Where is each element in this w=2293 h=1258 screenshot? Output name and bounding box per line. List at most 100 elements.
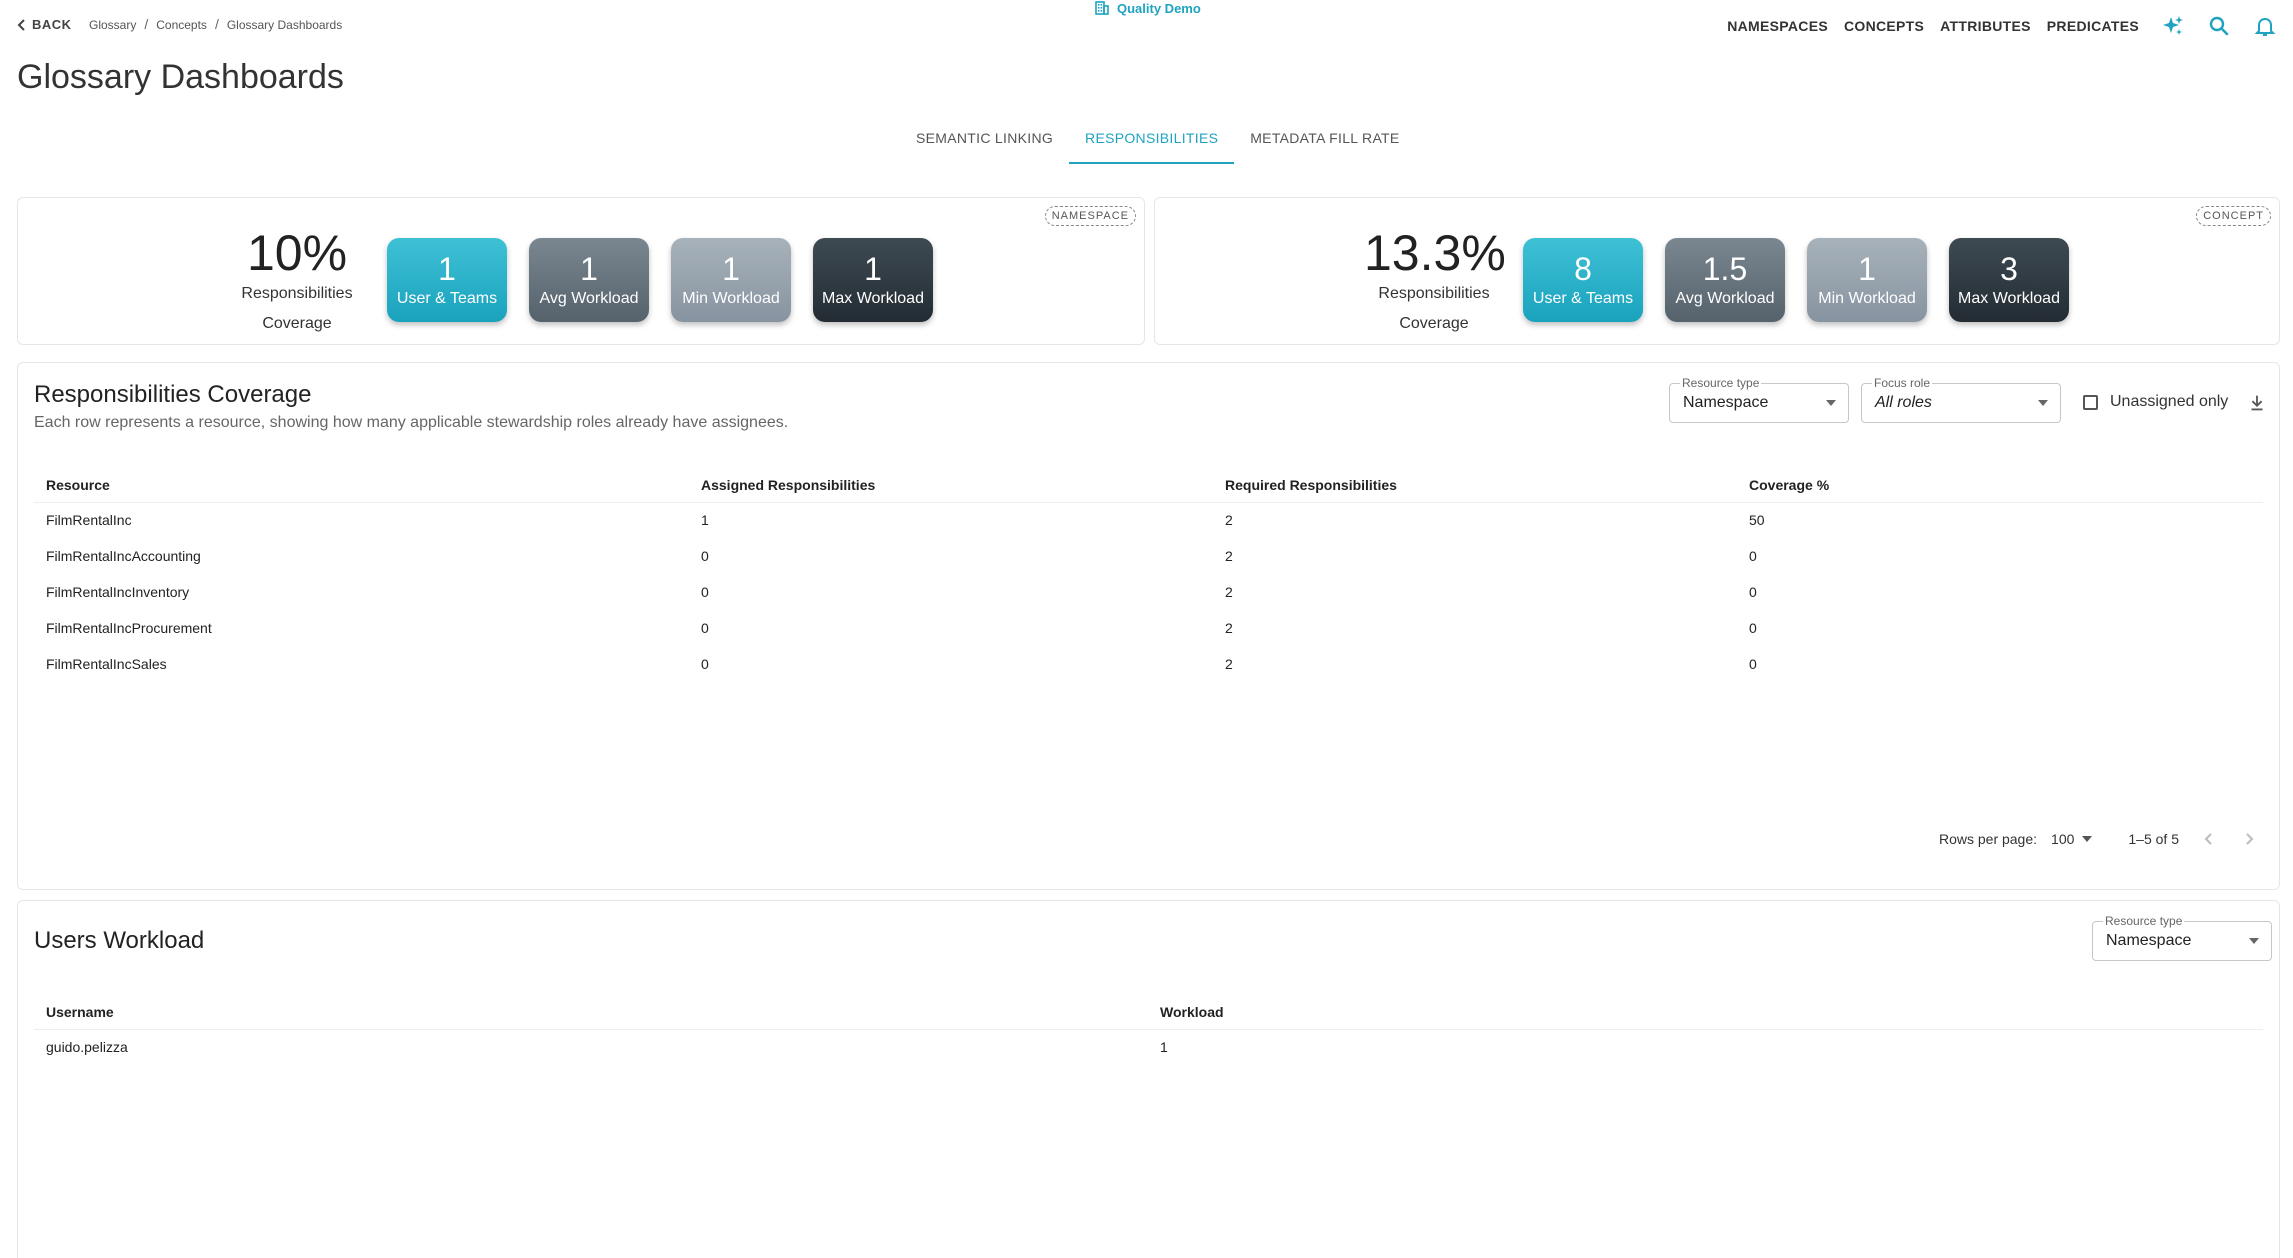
stat-value: 3 (2000, 251, 2018, 287)
cell-resource: FilmRentalIncProcurement (46, 620, 212, 636)
cell-resource: FilmRentalInc (46, 512, 132, 529)
table-row[interactable]: guido.pelizza 1 (34, 1029, 2263, 1065)
stat-label: Min Workload (1818, 290, 1916, 307)
nav-namespaces[interactable]: NAMESPACES (1727, 18, 1828, 34)
stat-label: Max Workload (822, 290, 924, 307)
concept-summary-card: CONCEPT 13.3% Responsibilities Coverage … (1154, 197, 2280, 345)
workload-table: Username Workload guido.pelizza 1 (34, 995, 2263, 1065)
app-root: BACK Glossary / Concepts / Glossary Dash… (0, 0, 2293, 1258)
breadcrumb-glossary[interactable]: Glossary (89, 18, 136, 32)
breadcrumb-concepts[interactable]: Concepts (156, 18, 207, 32)
stat-tile-max-workload: 1 Max Workload (813, 238, 933, 322)
workload-resource-type-select[interactable]: Resource type Namespace (2092, 913, 2272, 961)
table-row[interactable]: FilmRentalInc 1 2 50 (34, 502, 2263, 538)
coverage-label: Responsibilities (241, 285, 353, 302)
resource-type-label: Resource type (1680, 375, 1762, 391)
rows-per-page-select[interactable]: 100 (2051, 831, 2093, 847)
column-header-coverage[interactable]: Coverage % (1737, 468, 2263, 503)
tab-semantic-linking[interactable]: SEMANTIC LINKING (900, 124, 1069, 164)
responsibilities-coverage-panel: Responsibilities Coverage Each row repre… (17, 362, 2280, 890)
cell-assigned: 1 (701, 512, 709, 529)
column-header-resource[interactable]: Resource (34, 468, 689, 503)
panel-title: Users Workload (34, 927, 205, 954)
stat-value: 1 (1858, 251, 1876, 287)
focus-role-value: All roles (1875, 394, 1932, 411)
cell-username: guido.pelizza (46, 1039, 128, 1056)
stat-value: 1 (580, 251, 598, 287)
tab-metadata-fill-rate[interactable]: METADATA FILL RATE (1234, 124, 1415, 164)
download-icon[interactable] (2246, 392, 2268, 414)
cell-assigned: 0 (701, 656, 709, 672)
column-header-workload[interactable]: Workload (1148, 995, 2263, 1030)
unassigned-only-label: Unassigned only (2110, 393, 2229, 410)
breadcrumb-separator: / (214, 16, 219, 32)
sparkle-icon[interactable] (2161, 14, 2185, 38)
column-header-assigned[interactable]: Assigned Responsibilities (689, 468, 1213, 503)
previous-page-icon[interactable] (2199, 829, 2219, 849)
panel-title: Responsibilities Coverage (34, 381, 312, 408)
cell-coverage: 0 (1749, 584, 1757, 600)
coverage-label: Coverage (262, 315, 332, 332)
breadcrumb-current: Glossary Dashboards (226, 18, 343, 32)
rows-per-page-label: Rows per page: (1938, 831, 2038, 847)
resource-type-select[interactable]: Resource type Namespace (1669, 375, 1849, 423)
stat-tile-avg-workload: 1.5 Avg Workload (1665, 238, 1785, 322)
breadcrumb: Glossary / Concepts / Glossary Dashboard… (89, 16, 343, 32)
caret-down-icon (2249, 938, 2259, 944)
stat-tile-users-teams: 8 User & Teams (1523, 238, 1643, 322)
bell-icon[interactable] (2253, 14, 2277, 38)
namespace-summary-card: NAMESPACE 10% Responsibilities Coverage … (17, 197, 1145, 345)
checkbox-box[interactable] (2083, 394, 2098, 410)
coverage-table: Resource Assigned Responsibilities Requi… (34, 468, 2263, 682)
column-header-username[interactable]: Username (34, 995, 1148, 1030)
cell-required: 2 (1225, 620, 1233, 636)
nav-attributes[interactable]: ATTRIBUTES (1940, 18, 2031, 34)
breadcrumb-separator: / (144, 16, 149, 32)
top-bar: BACK Glossary / Concepts / Glossary Dash… (0, 0, 2293, 50)
nav-concepts[interactable]: CONCEPTS (1844, 18, 1924, 34)
search-icon[interactable] (2207, 14, 2231, 38)
focus-role-select[interactable]: Focus role All roles (1861, 375, 2061, 423)
stat-value: 1 (864, 251, 882, 287)
table-row[interactable]: FilmRentalIncAccounting 0 2 0 (34, 538, 2263, 574)
pagination-range: 1–5 of 5 (2128, 831, 2179, 847)
back-button[interactable]: BACK (16, 17, 72, 32)
nav-predicates[interactable]: PREDICATES (2047, 18, 2139, 34)
cell-coverage: 50 (1749, 512, 1765, 529)
building-icon (1095, 1, 1109, 15)
table-row[interactable]: FilmRentalIncSales 0 2 0 (34, 646, 2263, 682)
panel-subtitle: Each row represents a resource, showing … (34, 414, 789, 431)
stat-value: 1.5 (1702, 251, 1748, 287)
coverage-value: 13.3% (1364, 225, 1506, 281)
cell-required: 2 (1225, 584, 1233, 600)
resource-type-value: Namespace (2106, 932, 2192, 949)
unassigned-only-checkbox[interactable]: Unassigned only (2083, 393, 2228, 411)
table-row[interactable]: FilmRentalIncProcurement 0 2 0 (34, 610, 2263, 646)
stat-value: 1 (722, 251, 740, 287)
tab-responsibilities[interactable]: RESPONSIBILITIES (1069, 124, 1235, 164)
stat-tile-min-workload: 1 Min Workload (671, 238, 791, 322)
column-header-required[interactable]: Required Responsibilities (1213, 468, 1737, 503)
caret-down-icon (1826, 400, 1836, 406)
workspace-selector[interactable]: Quality Demo (1094, 0, 1201, 16)
cell-required: 2 (1225, 656, 1233, 672)
cell-assigned: 0 (701, 620, 709, 636)
stat-tile-min-workload: 1 Min Workload (1807, 238, 1927, 322)
table-header-row: Username Workload (34, 995, 2263, 1030)
caret-down-icon (2082, 836, 2093, 842)
coverage-summary: 10% Responsibilities Coverage (227, 228, 367, 338)
page-title: Glossary Dashboards (17, 58, 344, 96)
next-page-icon[interactable] (2239, 829, 2259, 849)
dashboard-tabs: SEMANTIC LINKING RESPONSIBILITIES METADA… (900, 124, 1416, 164)
resource-type-label: Resource type (2103, 913, 2185, 929)
stat-value: 1 (438, 251, 456, 287)
stat-label: Min Workload (682, 290, 780, 307)
cell-required: 2 (1225, 548, 1233, 564)
top-navigation: NAMESPACES CONCEPTS ATTRIBUTES PREDICATE… (1711, 14, 2293, 38)
rows-per-page-value: 100 (2051, 831, 2075, 847)
coverage-label: Responsibilities (1378, 285, 1490, 302)
cell-resource: FilmRentalIncAccounting (46, 548, 201, 564)
cell-workload: 1 (1160, 1039, 1168, 1056)
cell-coverage: 0 (1749, 656, 1757, 672)
table-row[interactable]: FilmRentalIncInventory 0 2 0 (34, 574, 2263, 610)
